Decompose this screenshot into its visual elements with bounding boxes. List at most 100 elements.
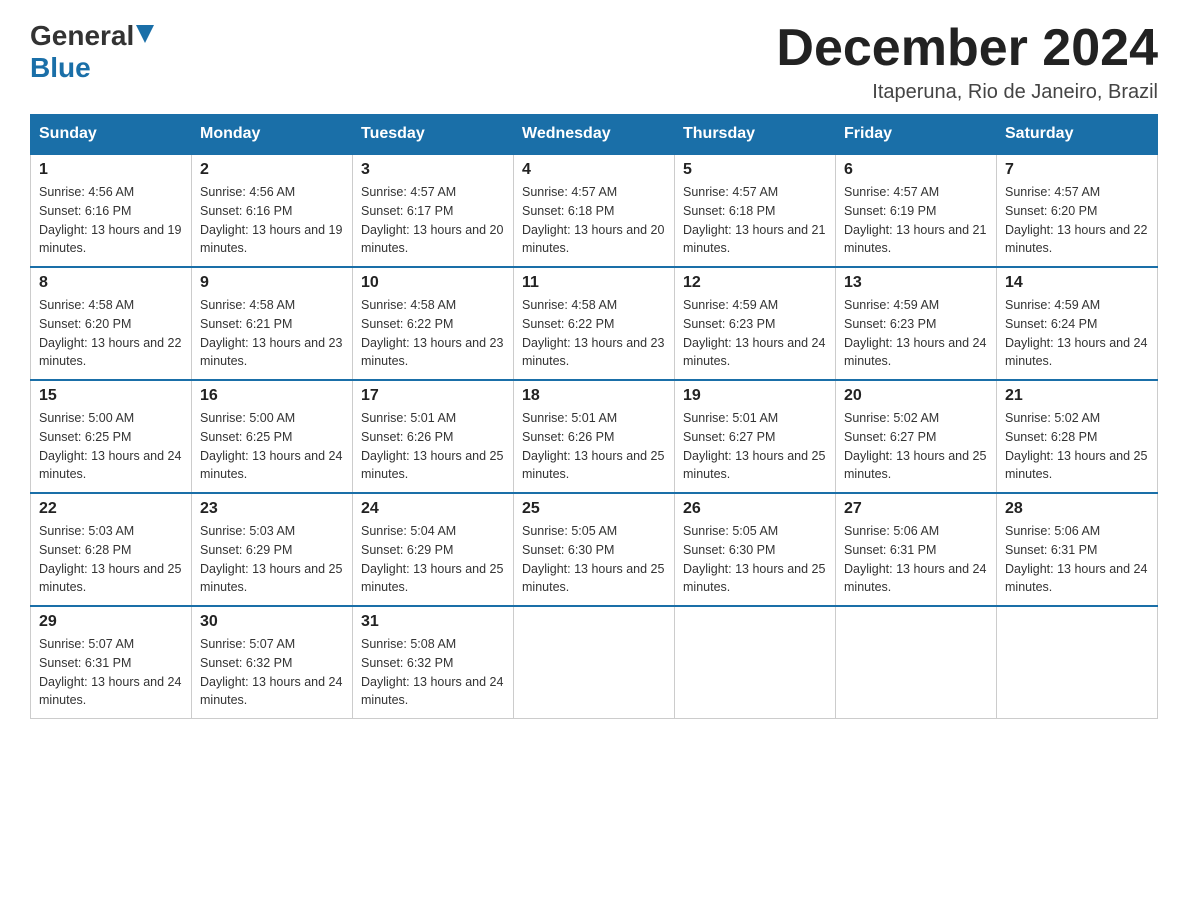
day-info: Sunrise: 4:58 AMSunset: 6:22 PMDaylight:… bbox=[361, 298, 503, 368]
table-row: 25 Sunrise: 5:05 AMSunset: 6:30 PMDaylig… bbox=[514, 493, 675, 606]
day-number: 19 bbox=[683, 387, 827, 405]
day-number: 28 bbox=[1005, 500, 1149, 518]
table-row: 12 Sunrise: 4:59 AMSunset: 6:23 PMDaylig… bbox=[675, 267, 836, 380]
logo-blue: Blue bbox=[30, 52, 91, 84]
table-row: 2 Sunrise: 4:56 AMSunset: 6:16 PMDayligh… bbox=[192, 154, 353, 267]
day-number: 23 bbox=[200, 500, 344, 518]
table-row: 15 Sunrise: 5:00 AMSunset: 6:25 PMDaylig… bbox=[31, 380, 192, 493]
table-row: 19 Sunrise: 5:01 AMSunset: 6:27 PMDaylig… bbox=[675, 380, 836, 493]
day-number: 25 bbox=[522, 500, 666, 518]
logo-general: General bbox=[30, 20, 134, 52]
table-row: 9 Sunrise: 4:58 AMSunset: 6:21 PMDayligh… bbox=[192, 267, 353, 380]
day-number: 13 bbox=[844, 274, 988, 292]
day-info: Sunrise: 5:00 AMSunset: 6:25 PMDaylight:… bbox=[39, 411, 181, 481]
logo: General Blue bbox=[30, 20, 154, 84]
day-info: Sunrise: 4:58 AMSunset: 6:22 PMDaylight:… bbox=[522, 298, 664, 368]
day-number: 31 bbox=[361, 613, 505, 631]
day-number: 11 bbox=[522, 274, 666, 292]
table-row: 11 Sunrise: 4:58 AMSunset: 6:22 PMDaylig… bbox=[514, 267, 675, 380]
day-info: Sunrise: 5:04 AMSunset: 6:29 PMDaylight:… bbox=[361, 524, 503, 594]
day-info: Sunrise: 5:02 AMSunset: 6:27 PMDaylight:… bbox=[844, 411, 986, 481]
table-row: 13 Sunrise: 4:59 AMSunset: 6:23 PMDaylig… bbox=[836, 267, 997, 380]
day-info: Sunrise: 5:00 AMSunset: 6:25 PMDaylight:… bbox=[200, 411, 342, 481]
header-tuesday: Tuesday bbox=[353, 115, 514, 155]
header-thursday: Thursday bbox=[675, 115, 836, 155]
page-header: General Blue December 2024 Itaperuna, Ri… bbox=[30, 20, 1158, 104]
header-sunday: Sunday bbox=[31, 115, 192, 155]
table-row: 16 Sunrise: 5:00 AMSunset: 6:25 PMDaylig… bbox=[192, 380, 353, 493]
day-info: Sunrise: 5:01 AMSunset: 6:27 PMDaylight:… bbox=[683, 411, 825, 481]
day-number: 17 bbox=[361, 387, 505, 405]
day-info: Sunrise: 4:59 AMSunset: 6:24 PMDaylight:… bbox=[1005, 298, 1147, 368]
table-row bbox=[514, 606, 675, 719]
day-info: Sunrise: 4:59 AMSunset: 6:23 PMDaylight:… bbox=[844, 298, 986, 368]
day-number: 12 bbox=[683, 274, 827, 292]
day-number: 5 bbox=[683, 161, 827, 179]
day-number: 8 bbox=[39, 274, 183, 292]
day-info: Sunrise: 5:05 AMSunset: 6:30 PMDaylight:… bbox=[683, 524, 825, 594]
day-number: 21 bbox=[1005, 387, 1149, 405]
day-info: Sunrise: 4:59 AMSunset: 6:23 PMDaylight:… bbox=[683, 298, 825, 368]
day-info: Sunrise: 4:57 AMSunset: 6:18 PMDaylight:… bbox=[683, 185, 825, 255]
day-number: 27 bbox=[844, 500, 988, 518]
day-info: Sunrise: 5:07 AMSunset: 6:31 PMDaylight:… bbox=[39, 637, 181, 707]
day-info: Sunrise: 5:02 AMSunset: 6:28 PMDaylight:… bbox=[1005, 411, 1147, 481]
day-number: 20 bbox=[844, 387, 988, 405]
day-number: 29 bbox=[39, 613, 183, 631]
day-number: 1 bbox=[39, 161, 183, 179]
table-row: 28 Sunrise: 5:06 AMSunset: 6:31 PMDaylig… bbox=[997, 493, 1158, 606]
header-friday: Friday bbox=[836, 115, 997, 155]
day-number: 4 bbox=[522, 161, 666, 179]
day-number: 24 bbox=[361, 500, 505, 518]
table-row: 29 Sunrise: 5:07 AMSunset: 6:31 PMDaylig… bbox=[31, 606, 192, 719]
table-row: 10 Sunrise: 4:58 AMSunset: 6:22 PMDaylig… bbox=[353, 267, 514, 380]
day-info: Sunrise: 5:01 AMSunset: 6:26 PMDaylight:… bbox=[361, 411, 503, 481]
table-row: 22 Sunrise: 5:03 AMSunset: 6:28 PMDaylig… bbox=[31, 493, 192, 606]
day-number: 9 bbox=[200, 274, 344, 292]
header-saturday: Saturday bbox=[997, 115, 1158, 155]
day-info: Sunrise: 5:03 AMSunset: 6:28 PMDaylight:… bbox=[39, 524, 181, 594]
day-number: 16 bbox=[200, 387, 344, 405]
table-row bbox=[836, 606, 997, 719]
day-info: Sunrise: 5:03 AMSunset: 6:29 PMDaylight:… bbox=[200, 524, 342, 594]
day-number: 2 bbox=[200, 161, 344, 179]
table-row: 27 Sunrise: 5:06 AMSunset: 6:31 PMDaylig… bbox=[836, 493, 997, 606]
table-row: 21 Sunrise: 5:02 AMSunset: 6:28 PMDaylig… bbox=[997, 380, 1158, 493]
table-row: 7 Sunrise: 4:57 AMSunset: 6:20 PMDayligh… bbox=[997, 154, 1158, 267]
day-number: 26 bbox=[683, 500, 827, 518]
day-number: 6 bbox=[844, 161, 988, 179]
table-row: 14 Sunrise: 4:59 AMSunset: 6:24 PMDaylig… bbox=[997, 267, 1158, 380]
table-row: 17 Sunrise: 5:01 AMSunset: 6:26 PMDaylig… bbox=[353, 380, 514, 493]
day-info: Sunrise: 4:57 AMSunset: 6:19 PMDaylight:… bbox=[844, 185, 986, 255]
title-section: December 2024 Itaperuna, Rio de Janeiro,… bbox=[776, 20, 1158, 104]
header-wednesday: Wednesday bbox=[514, 115, 675, 155]
day-number: 10 bbox=[361, 274, 505, 292]
day-number: 7 bbox=[1005, 161, 1149, 179]
day-number: 22 bbox=[39, 500, 183, 518]
day-info: Sunrise: 4:56 AMSunset: 6:16 PMDaylight:… bbox=[200, 185, 342, 255]
day-info: Sunrise: 4:57 AMSunset: 6:18 PMDaylight:… bbox=[522, 185, 664, 255]
day-info: Sunrise: 5:01 AMSunset: 6:26 PMDaylight:… bbox=[522, 411, 664, 481]
calendar-week-row: 22 Sunrise: 5:03 AMSunset: 6:28 PMDaylig… bbox=[31, 493, 1158, 606]
calendar-week-row: 8 Sunrise: 4:58 AMSunset: 6:20 PMDayligh… bbox=[31, 267, 1158, 380]
table-row: 24 Sunrise: 5:04 AMSunset: 6:29 PMDaylig… bbox=[353, 493, 514, 606]
day-info: Sunrise: 4:57 AMSunset: 6:17 PMDaylight:… bbox=[361, 185, 503, 255]
table-row: 30 Sunrise: 5:07 AMSunset: 6:32 PMDaylig… bbox=[192, 606, 353, 719]
calendar-table: Sunday Monday Tuesday Wednesday Thursday… bbox=[30, 114, 1158, 719]
table-row: 20 Sunrise: 5:02 AMSunset: 6:27 PMDaylig… bbox=[836, 380, 997, 493]
day-info: Sunrise: 4:56 AMSunset: 6:16 PMDaylight:… bbox=[39, 185, 181, 255]
day-number: 30 bbox=[200, 613, 344, 631]
table-row: 1 Sunrise: 4:56 AMSunset: 6:16 PMDayligh… bbox=[31, 154, 192, 267]
table-row: 6 Sunrise: 4:57 AMSunset: 6:19 PMDayligh… bbox=[836, 154, 997, 267]
table-row: 31 Sunrise: 5:08 AMSunset: 6:32 PMDaylig… bbox=[353, 606, 514, 719]
day-info: Sunrise: 5:06 AMSunset: 6:31 PMDaylight:… bbox=[844, 524, 986, 594]
table-row: 23 Sunrise: 5:03 AMSunset: 6:29 PMDaylig… bbox=[192, 493, 353, 606]
table-row: 4 Sunrise: 4:57 AMSunset: 6:18 PMDayligh… bbox=[514, 154, 675, 267]
day-number: 3 bbox=[361, 161, 505, 179]
weekday-header-row: Sunday Monday Tuesday Wednesday Thursday… bbox=[31, 115, 1158, 155]
table-row: 26 Sunrise: 5:05 AMSunset: 6:30 PMDaylig… bbox=[675, 493, 836, 606]
day-number: 18 bbox=[522, 387, 666, 405]
header-monday: Monday bbox=[192, 115, 353, 155]
table-row: 5 Sunrise: 4:57 AMSunset: 6:18 PMDayligh… bbox=[675, 154, 836, 267]
day-info: Sunrise: 5:06 AMSunset: 6:31 PMDaylight:… bbox=[1005, 524, 1147, 594]
